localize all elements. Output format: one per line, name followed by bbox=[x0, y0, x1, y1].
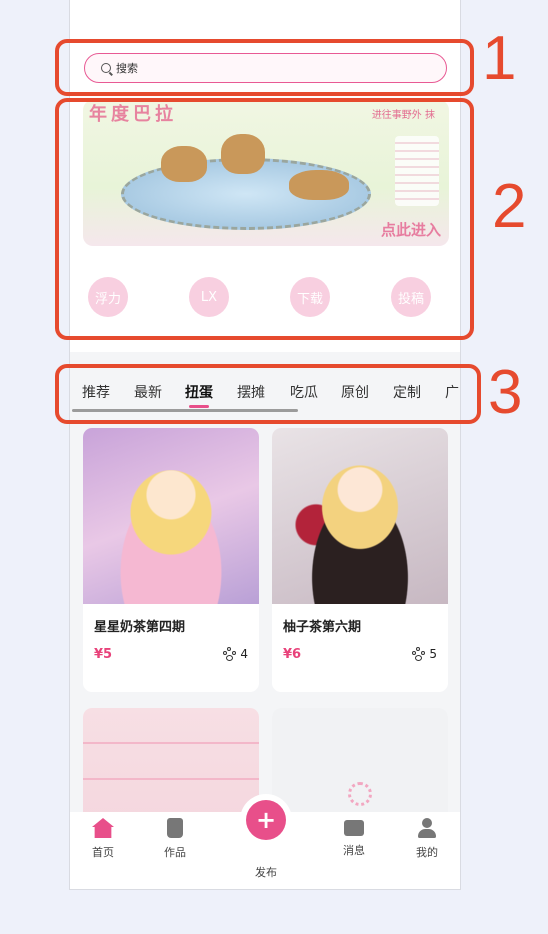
nav-mine-label: 我的 bbox=[416, 846, 438, 859]
nav-home[interactable]: 首页 bbox=[73, 818, 133, 860]
product-card[interactable] bbox=[83, 708, 259, 828]
publish-label: 发布 bbox=[255, 866, 277, 879]
product-image bbox=[272, 428, 448, 604]
product-image bbox=[83, 708, 259, 828]
product-title: 柚子茶第六期 bbox=[283, 620, 362, 635]
annotation-box-banner bbox=[55, 98, 474, 340]
image-placeholder bbox=[272, 708, 448, 828]
home-icon bbox=[92, 818, 114, 838]
product-image bbox=[83, 428, 259, 604]
likes-count: 5 bbox=[429, 647, 437, 661]
product-title: 星星奶茶第四期 bbox=[94, 620, 186, 635]
nav-messages-label: 消息 bbox=[343, 844, 365, 857]
annotation-box-search bbox=[55, 39, 474, 96]
product-price: ¥6 bbox=[283, 647, 302, 662]
bag-icon bbox=[167, 818, 183, 838]
loading-spinner-icon bbox=[348, 782, 372, 806]
user-icon bbox=[418, 818, 436, 838]
annotation-label: 2 bbox=[492, 172, 527, 241]
annotation-label: 1 bbox=[482, 24, 517, 93]
product-likes[interactable]: 5 bbox=[411, 647, 437, 661]
message-icon bbox=[344, 820, 364, 836]
product-price: ¥5 bbox=[94, 647, 113, 662]
nav-mine[interactable]: 我的 bbox=[397, 818, 457, 860]
paw-icon bbox=[411, 647, 427, 661]
product-card[interactable]: 柚子茶第六期 ¥6 5 bbox=[272, 428, 448, 692]
nav-home-label: 首页 bbox=[92, 846, 114, 859]
annotation-label: 3 bbox=[488, 358, 523, 427]
nav-messages[interactable]: 消息 bbox=[324, 818, 384, 858]
annotation-box-tabs bbox=[55, 364, 481, 424]
publish-button[interactable]: + bbox=[246, 800, 286, 840]
product-card-loading bbox=[272, 708, 448, 828]
likes-count: 4 bbox=[240, 647, 248, 661]
nav-works-label: 作品 bbox=[164, 846, 186, 859]
nav-works[interactable]: 作品 bbox=[145, 818, 205, 860]
product-likes[interactable]: 4 bbox=[222, 647, 248, 661]
product-card[interactable]: 星星奶茶第四期 ¥5 4 bbox=[83, 428, 259, 692]
paw-icon bbox=[222, 647, 238, 661]
